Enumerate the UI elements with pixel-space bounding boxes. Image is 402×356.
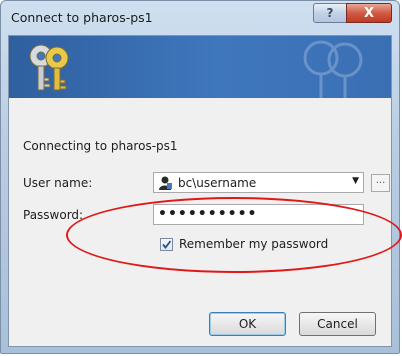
- remember-password-checkbox[interactable]: [160, 238, 173, 251]
- chevron-down-icon[interactable]: ▼: [352, 176, 359, 186]
- remember-password-label[interactable]: Remember my password: [179, 237, 328, 251]
- password-value: ••••••••••: [158, 206, 258, 222]
- title-bar[interactable]: Connect to pharos-ps1 ? X: [1, 1, 399, 35]
- window-title: Connect to pharos-ps1: [11, 10, 153, 25]
- dialog-body: Connecting to pharos-ps1 User name: bc\u…: [8, 35, 392, 347]
- password-label: Password:: [23, 208, 84, 222]
- help-icon: ?: [326, 6, 334, 20]
- checkmark-icon: [162, 240, 172, 249]
- browse-button[interactable]: ...: [371, 174, 390, 192]
- cancel-button[interactable]: Cancel: [299, 312, 376, 336]
- password-field[interactable]: ••••••••••: [153, 204, 364, 225]
- keys-icon: [29, 44, 69, 91]
- credentials-dialog: Connect to pharos-ps1 ? X Connecting to …: [0, 0, 400, 354]
- username-combobox[interactable]: bc\username ▼: [153, 172, 364, 193]
- close-icon: X: [363, 5, 375, 21]
- connecting-text: Connecting to pharos-ps1: [23, 139, 178, 153]
- ok-button[interactable]: OK: [209, 312, 286, 336]
- username-value: bc\username: [178, 176, 257, 190]
- user-icon: [159, 176, 172, 190]
- banner: [9, 36, 391, 98]
- help-button[interactable]: ?: [313, 3, 347, 23]
- username-label: User name:: [23, 176, 93, 190]
- close-button[interactable]: X: [346, 3, 392, 23]
- keys-watermark-icon: [303, 40, 363, 98]
